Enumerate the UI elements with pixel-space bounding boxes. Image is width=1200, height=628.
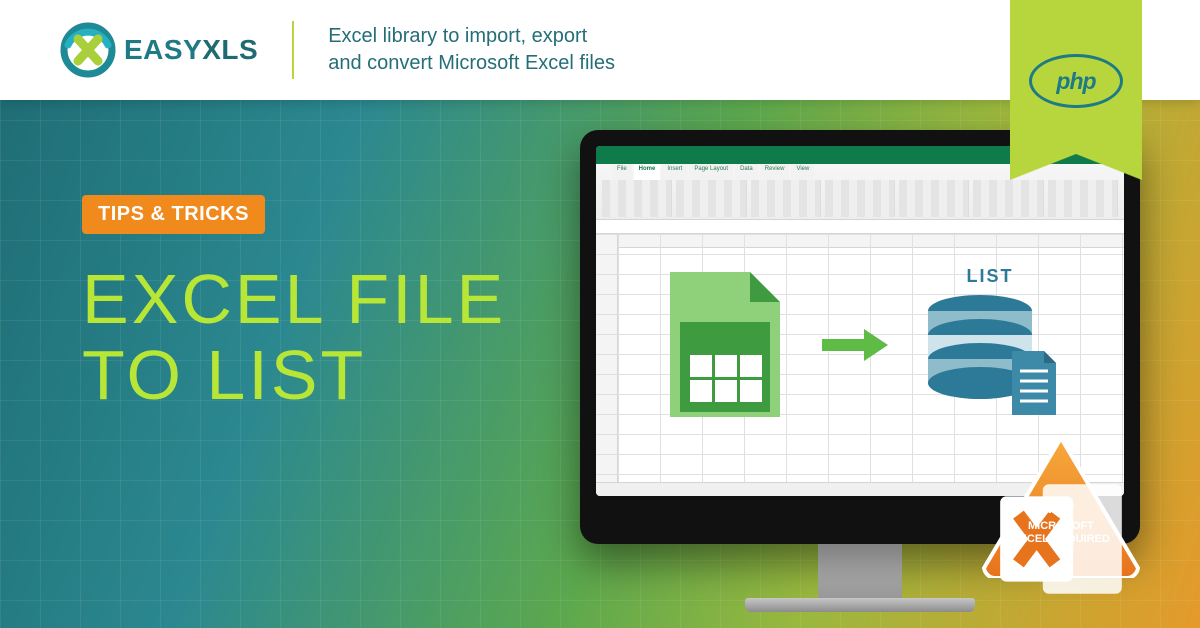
tech-ribbon: php [1010, 0, 1142, 180]
hero-title: EXCEL FILE TO LIST [82, 262, 506, 413]
tagline-line1: Excel library to import, export [328, 23, 615, 50]
divider [292, 21, 294, 79]
excel-tab: Data [735, 164, 758, 180]
brand-easy: EASY [124, 34, 202, 66]
excel-tab: Home [634, 164, 661, 180]
monitor-illustration: File Home Insert Page Layout Data Review… [580, 130, 1140, 612]
conversion-graphic: LIST [596, 266, 1124, 423]
warn-line1: MICROSOFT [1028, 520, 1094, 532]
spreadsheet-file-icon [660, 267, 790, 422]
brand-logo: EASYXLS [60, 22, 258, 78]
hero-title-line1: EXCEL FILE [82, 262, 506, 338]
no-excel-badge: NO MICROSOFT EXCEL REQUIRED [978, 432, 1144, 578]
easyxls-logo-icon [60, 22, 116, 78]
hero-text: TIPS & TRICKS EXCEL FILE TO LIST [82, 195, 506, 413]
excel-tab: File [612, 164, 632, 180]
monitor-stand-neck [818, 544, 902, 598]
monitor-stand-base [745, 598, 975, 612]
tagline: Excel library to import, export and conv… [328, 23, 615, 77]
database-list-icon [920, 293, 1060, 423]
hero-title-line2: TO LIST [82, 338, 506, 414]
php-label: php [1056, 68, 1095, 95]
warn-no: NO [978, 496, 1144, 519]
list-target: LIST [920, 266, 1060, 423]
tips-pill: TIPS & TRICKS [82, 195, 265, 234]
excel-tab: Page Layout [689, 164, 733, 180]
brand-wordmark: EASYXLS [124, 34, 258, 66]
no-excel-text: NO MICROSOFT EXCEL REQUIRED [978, 496, 1144, 547]
brand-xls: XLS [202, 34, 258, 66]
excel-ribbon-groups [602, 180, 1118, 217]
list-label: LIST [967, 266, 1014, 287]
excel-formula-bar [596, 220, 1124, 234]
warn-line2: EXCEL REQUIRED [1012, 533, 1110, 545]
excel-tab: Review [760, 164, 790, 180]
tagline-line2: and convert Microsoft Excel files [328, 50, 615, 77]
excel-tab: Insert [662, 164, 687, 180]
php-badge: php [1029, 54, 1123, 108]
excel-tab: View [791, 164, 814, 180]
arrow-right-icon [820, 325, 890, 365]
